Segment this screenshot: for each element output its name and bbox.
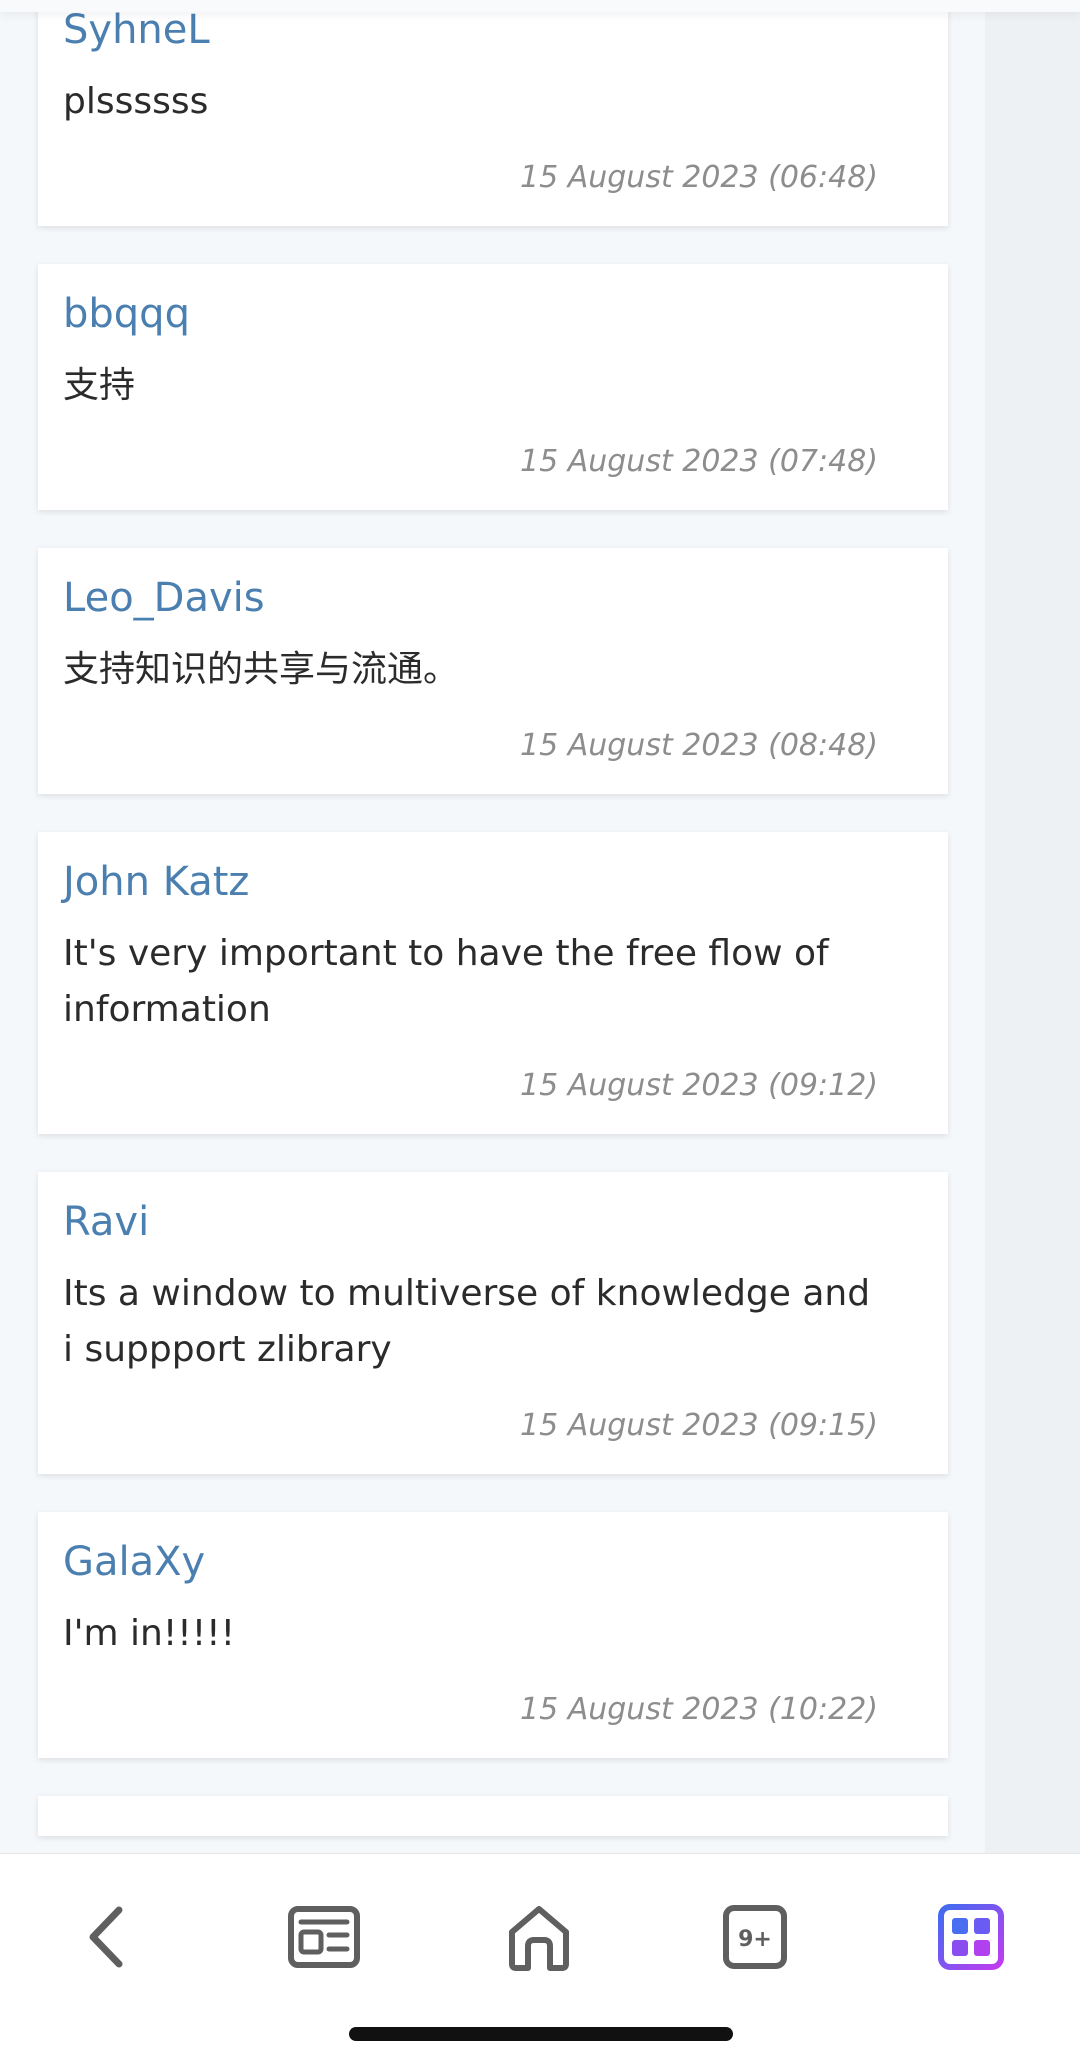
home-indicator[interactable] [349,2027,733,2041]
newspaper-icon [287,1905,361,1969]
comment-text: I'm in!!!!! [63,1613,236,1654]
home-button[interactable] [494,1892,584,1982]
back-button[interactable] [62,1892,152,1982]
comment-text: Its a window to multiverse of knowledge … [63,1273,871,1370]
comment-author[interactable]: Leo_Davis [63,574,878,622]
comment-card: Leo_Davis 支持知识的共享与流通。 15 August 2023 (08… [38,548,948,794]
comment-text: It's very important to have the free flo… [63,933,829,1030]
apps-button[interactable] [926,1892,1016,1982]
comment-date: 15 August 2023 (08:48) [520,728,878,763]
page: SyhneL plssssss 15 August 2023 (06:48) b… [0,0,1080,1853]
comment-card: John Katz It's very important to have th… [38,832,948,1134]
comment-card: GalaXy I'm in!!!!! 15 August 2023 (10:22… [38,1512,948,1758]
comment-card: SyhneL plssssss 15 August 2023 (06:48) [38,0,948,226]
comment-list: SyhneL plssssss 15 August 2023 (06:48) b… [38,0,948,1836]
comment-date: 15 August 2023 (09:12) [520,1068,878,1103]
comment-card-partial [38,1796,948,1836]
comment-date: 15 August 2023 (09:15) [520,1408,878,1443]
comment-text: 支持知识的共享与流通。 [63,649,460,690]
tabs-count-icon: 9+ [722,1904,788,1970]
comment-author[interactable]: bbqqq [63,290,878,338]
comment-text: 支持 [63,365,136,406]
comment-date: 15 August 2023 (06:48) [520,160,878,195]
tabs-button[interactable]: 9+ [710,1892,800,1982]
comment-text: plssssss [63,81,209,122]
top-edge [0,0,1080,12]
apps-grid-icon [938,1904,1004,1970]
comment-card: bbqqq 支持 15 August 2023 (07:48) [38,264,948,510]
comment-card: Ravi Its a window to multiverse of knowl… [38,1172,948,1474]
news-button[interactable] [279,1892,369,1982]
comment-author[interactable]: Ravi [63,1198,878,1246]
comment-author[interactable]: John Katz [63,858,878,906]
right-gutter [985,0,1080,1853]
comment-date: 15 August 2023 (07:48) [520,444,878,479]
comment-date: 15 August 2023 (10:22) [520,1692,878,1727]
home-icon [506,1902,572,1972]
tabs-count: 9+ [738,1927,772,1952]
chevron-left-icon [77,1902,137,1972]
comment-author[interactable]: GalaXy [63,1538,878,1586]
comment-author[interactable]: SyhneL [63,6,878,54]
